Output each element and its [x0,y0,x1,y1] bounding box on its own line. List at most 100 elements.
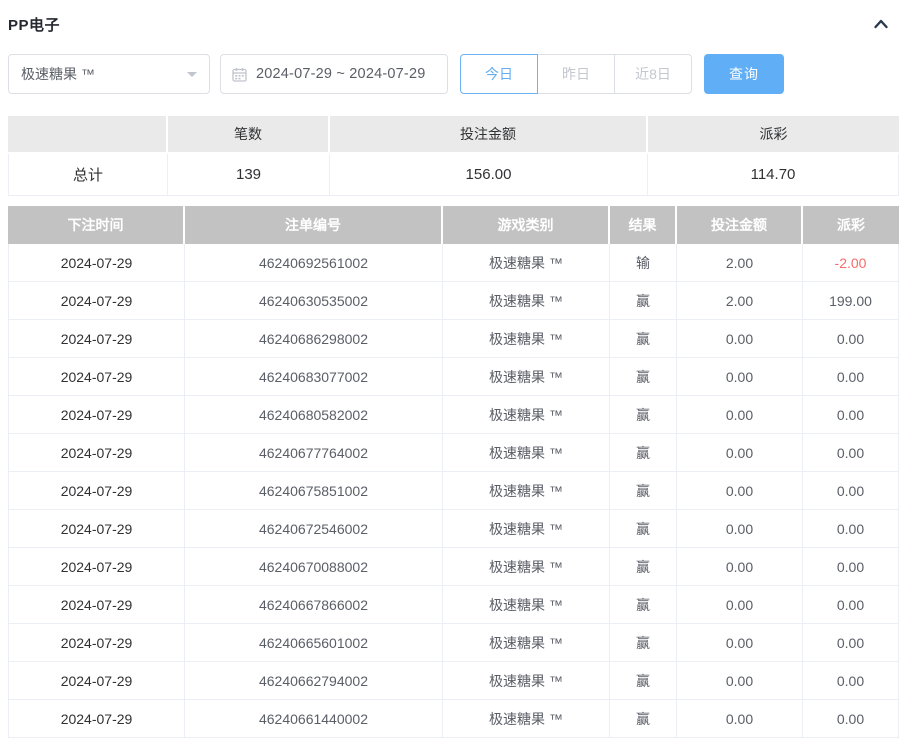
cell-bet-time: 2024-07-29 [8,586,185,624]
bet-records-table: 下注时间 注单编号 游戏类别 结果 投注金额 派彩 2024-07-294624… [8,206,899,738]
last-8-days-button[interactable]: 近8日 [614,54,692,94]
cell-game-type: 极速糖果 ™ [443,396,610,434]
cell-bet-amount: 0.00 [677,472,803,510]
bet-table-body: 2024-07-2946240692561002极速糖果 ™输2.00-2.00… [8,244,899,738]
calendar-icon [232,67,247,82]
game-select-value: 极速糖果 ™ [21,64,95,84]
summary-header-empty [8,116,168,154]
cell-result: 输 [610,244,677,282]
cell-game-type: 极速糖果 ™ [443,624,610,662]
cell-result: 赢 [610,472,677,510]
cell-bet-amount: 0.00 [677,320,803,358]
summary-header-payout: 派彩 [648,116,899,154]
cell-payout: 0.00 [803,510,899,548]
table-row: 2024-07-2946240692561002极速糖果 ™输2.00-2.00 [8,244,899,282]
table-row: 2024-07-2946240680582002极速糖果 ™赢0.000.00 [8,396,899,434]
cell-payout: 0.00 [803,358,899,396]
cell-order-id: 46240680582002 [185,396,443,434]
pp-game-records-panel: PP电子 极速糖果 ™ [0,0,907,738]
cell-payout: 199.00 [803,282,899,320]
table-row: 2024-07-2946240662794002极速糖果 ™赢0.000.00 [8,662,899,700]
game-select[interactable]: 极速糖果 ™ [8,54,210,94]
cell-bet-amount: 0.00 [677,396,803,434]
cell-bet-time: 2024-07-29 [8,700,185,738]
table-row: 2024-07-2946240672546002极速糖果 ™赢0.000.00 [8,510,899,548]
bet-table-header: 下注时间 注单编号 游戏类别 结果 投注金额 派彩 [8,206,899,244]
cell-bet-time: 2024-07-29 [8,624,185,662]
col-order-id: 注单编号 [185,206,443,244]
panel-title: PP电子 [8,14,60,35]
cell-order-id: 46240672546002 [185,510,443,548]
cell-game-type: 极速糖果 ™ [443,548,610,586]
cell-game-type: 极速糖果 ™ [443,586,610,624]
cell-game-type: 极速糖果 ™ [443,434,610,472]
table-row: 2024-07-2946240677764002极速糖果 ™赢0.000.00 [8,434,899,472]
cell-result: 赢 [610,434,677,472]
cell-bet-amount: 0.00 [677,434,803,472]
cell-game-type: 极速糖果 ™ [443,472,610,510]
col-payout: 派彩 [803,206,899,244]
table-row: 2024-07-2946240667866002极速糖果 ™赢0.000.00 [8,586,899,624]
cell-bet-amount: 0.00 [677,700,803,738]
cell-order-id: 46240683077002 [185,358,443,396]
today-button[interactable]: 今日 [460,54,538,94]
cell-payout: 0.00 [803,396,899,434]
summary-total-count: 139 [168,154,330,196]
yesterday-button[interactable]: 昨日 [537,54,615,94]
cell-result: 赢 [610,358,677,396]
summary-table: 笔数 投注金额 派彩 总计 139 156.00 114.70 [8,116,899,196]
date-range-input[interactable]: 2024-07-29 ~ 2024-07-29 [220,54,448,94]
collapse-panel-button[interactable] [871,14,891,34]
cell-payout: 0.00 [803,662,899,700]
cell-order-id: 46240630535002 [185,282,443,320]
table-row: 2024-07-2946240665601002极速糖果 ™赢0.000.00 [8,624,899,662]
summary-total-label: 总计 [8,154,168,196]
cell-bet-time: 2024-07-29 [8,320,185,358]
cell-order-id: 46240670088002 [185,548,443,586]
cell-result: 赢 [610,586,677,624]
cell-bet-time: 2024-07-29 [8,396,185,434]
quick-date-button-group: 今日 昨日 近8日 [460,54,692,94]
table-row: 2024-07-2946240670088002极速糖果 ™赢0.000.00 [8,548,899,586]
cell-result: 赢 [610,624,677,662]
cell-bet-amount: 2.00 [677,244,803,282]
cell-result: 赢 [610,510,677,548]
cell-game-type: 极速糖果 ™ [443,320,610,358]
table-row: 2024-07-2946240661440002极速糖果 ™赢0.000.00 [8,700,899,738]
cell-bet-time: 2024-07-29 [8,510,185,548]
cell-order-id: 46240675851002 [185,472,443,510]
summary-total-bet-amount: 156.00 [330,154,648,196]
table-row: 2024-07-2946240630535002极速糖果 ™赢2.00199.0… [8,282,899,320]
cell-order-id: 46240662794002 [185,662,443,700]
cell-bet-amount: 0.00 [677,586,803,624]
table-row: 2024-07-2946240675851002极速糖果 ™赢0.000.00 [8,472,899,510]
cell-payout: 0.00 [803,700,899,738]
cell-result: 赢 [610,320,677,358]
cell-game-type: 极速糖果 ™ [443,358,610,396]
summary-header-count: 笔数 [168,116,330,154]
cell-bet-time: 2024-07-29 [8,358,185,396]
cell-bet-amount: 0.00 [677,358,803,396]
cell-game-type: 极速糖果 ™ [443,282,610,320]
cell-result: 赢 [610,700,677,738]
cell-order-id: 46240667866002 [185,586,443,624]
cell-result: 赢 [610,282,677,320]
date-range-value: 2024-07-29 ~ 2024-07-29 [256,66,425,82]
cell-result: 赢 [610,662,677,700]
summary-header-row: 笔数 投注金额 派彩 [8,116,899,154]
cell-payout: 0.00 [803,320,899,358]
summary-total-payout: 114.70 [648,154,899,196]
col-bet-time: 下注时间 [8,206,185,244]
cell-bet-amount: 0.00 [677,624,803,662]
cell-bet-time: 2024-07-29 [8,282,185,320]
cell-bet-amount: 2.00 [677,282,803,320]
col-game-type: 游戏类别 [443,206,610,244]
cell-bet-time: 2024-07-29 [8,472,185,510]
summary-total-row: 总计 139 156.00 114.70 [8,154,899,196]
cell-bet-time: 2024-07-29 [8,548,185,586]
cell-payout: -2.00 [803,244,899,282]
col-bet-amount: 投注金额 [677,206,803,244]
table-row: 2024-07-2946240686298002极速糖果 ™赢0.000.00 [8,320,899,358]
query-button[interactable]: 查询 [704,54,784,94]
cell-bet-time: 2024-07-29 [8,434,185,472]
